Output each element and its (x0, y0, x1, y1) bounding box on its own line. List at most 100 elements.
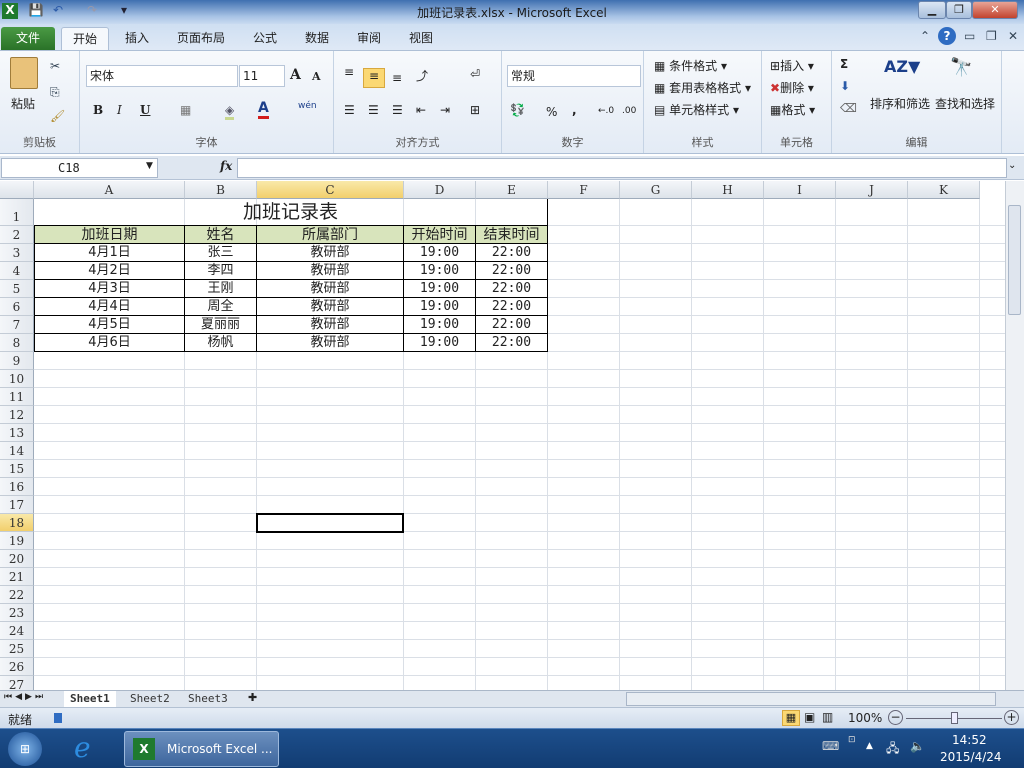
header-cell[interactable]: 姓名 (185, 225, 257, 244)
increase-decimal-button[interactable]: ←.0 (598, 106, 614, 116)
number-format-select[interactable]: 常规 (507, 65, 641, 87)
fill-icon[interactable]: ⬇ (840, 79, 850, 93)
tab-data[interactable]: 数据 (297, 27, 337, 50)
header-cell[interactable]: 结束时间 (476, 225, 548, 244)
paste-button[interactable]: 粘贴 (11, 95, 35, 112)
row-header-14[interactable]: 14 (0, 442, 34, 460)
data-cell[interactable]: 4月3日 (34, 280, 185, 298)
bold-button[interactable]: B (93, 103, 103, 117)
header-cell[interactable]: 加班日期 (34, 225, 185, 244)
tab-file[interactable]: 文件 (1, 27, 55, 50)
sort-filter-icon[interactable]: AZ▼ (884, 57, 920, 76)
data-cell[interactable]: 19:00 (404, 316, 476, 334)
shrink-font-button[interactable]: A (312, 70, 321, 83)
maximize-button[interactable]: ❐ (946, 1, 972, 19)
align-top-icon[interactable]: ≡ (344, 65, 354, 79)
row-header-23[interactable]: 23 (0, 604, 34, 622)
borders-icon[interactable]: ▦ (180, 103, 191, 117)
italic-button[interactable]: I (117, 103, 122, 117)
conditional-format-button[interactable]: ▦ 条件格式 ▾ (654, 57, 727, 74)
cell-styles-button[interactable]: ▤ 单元格样式 ▾ (654, 101, 739, 118)
sheet-nav-icon[interactable]: ⏮◀▶⏭ (4, 692, 46, 702)
data-cell[interactable]: 4月4日 (34, 298, 185, 316)
row-header-9[interactable]: 9 (0, 352, 34, 370)
tab-home[interactable]: 开始 (61, 27, 109, 50)
data-cell[interactable]: 22:00 (476, 298, 548, 316)
row-header-22[interactable]: 22 (0, 586, 34, 604)
data-cell[interactable]: 22:00 (476, 244, 548, 262)
decrease-indent-icon[interactable]: ⇤ (416, 103, 426, 117)
row-header-27[interactable]: 27 (0, 676, 34, 690)
merge-center-icon[interactable]: ⊞ (470, 103, 480, 117)
workbook-restore-icon[interactable]: ❐ (986, 29, 997, 43)
format-cells-button[interactable]: ▦格式 ▾ (770, 101, 815, 118)
insert-function-button[interactable]: fx (220, 159, 232, 173)
row-header-11[interactable]: 11 (0, 388, 34, 406)
tab-page-layout[interactable]: 页面布局 (170, 27, 232, 50)
font-name-select[interactable]: 宋体 (86, 65, 238, 87)
comma-button[interactable]: , (572, 103, 577, 117)
zoom-slider-thumb[interactable] (951, 712, 958, 724)
percent-button[interactable]: % (546, 105, 557, 119)
row-header-7[interactable]: 7 (0, 316, 34, 334)
start-button[interactable]: ⊞ (8, 732, 42, 766)
data-cell[interactable]: 教研部 (257, 334, 404, 352)
data-cell[interactable]: 19:00 (404, 244, 476, 262)
data-cell[interactable]: 19:00 (404, 262, 476, 280)
orientation-icon[interactable]: ⤴ (416, 67, 428, 84)
tab-formulas[interactable]: 公式 (245, 27, 285, 50)
sheet-tab-sheet1[interactable]: Sheet1 (64, 691, 116, 707)
column-header-I[interactable]: I (764, 181, 836, 199)
row-header-12[interactable]: 12 (0, 406, 34, 424)
row-header-10[interactable]: 10 (0, 370, 34, 388)
row-header-16[interactable]: 16 (0, 478, 34, 496)
data-cell[interactable]: 4月6日 (34, 334, 185, 352)
column-header-H[interactable]: H (692, 181, 764, 199)
insert-cells-button[interactable]: ⊞插入 ▾ (770, 57, 814, 74)
underline-button[interactable]: U (140, 103, 150, 117)
insert-sheet-icon[interactable]: ✚ (248, 691, 257, 704)
font-color-icon[interactable]: A (258, 100, 269, 119)
paste-icon[interactable] (10, 57, 38, 89)
row-header-2[interactable]: 2 (0, 226, 34, 244)
expand-formula-icon[interactable]: ⌄ (1008, 160, 1016, 171)
data-cell[interactable]: 22:00 (476, 316, 548, 334)
worksheet-grid[interactable]: A B C D E F G H I J K 1 2 3 4 5 6 7 8 9 10 11 12 13 14 15 16 17 18 19… (0, 181, 1005, 690)
sheet-tab-sheet3[interactable]: Sheet3 (182, 691, 234, 707)
page-layout-view-icon[interactable]: ▣ (804, 710, 815, 724)
internet-explorer-icon[interactable]: e (74, 731, 91, 764)
close-button[interactable]: ✕ (972, 1, 1018, 19)
align-bottom-icon[interactable]: ≡ (392, 71, 402, 85)
column-header-F[interactable]: F (548, 181, 620, 199)
decrease-decimal-button[interactable]: .00 (622, 106, 636, 116)
row-header-20[interactable]: 20 (0, 550, 34, 568)
row-header-25[interactable]: 25 (0, 640, 34, 658)
keyboard-icon[interactable]: ⌨ (822, 739, 839, 753)
taskbar-excel-button[interactable]: X Microsoft Excel ... (124, 731, 279, 767)
row-header-26[interactable]: 26 (0, 658, 34, 676)
cut-icon[interactable]: ✂ (50, 59, 60, 73)
minimize-button[interactable]: ▁ (918, 1, 946, 19)
fill-color-icon[interactable]: ◈ (225, 103, 235, 120)
tab-view[interactable]: 视图 (401, 27, 441, 50)
zoom-in-button[interactable]: + (1004, 710, 1019, 725)
column-header-C[interactable]: C (257, 181, 404, 199)
column-header-A[interactable]: A (34, 181, 185, 199)
data-cell[interactable]: 教研部 (257, 280, 404, 298)
data-cell[interactable]: 教研部 (257, 298, 404, 316)
clock-time[interactable]: 14:52 (952, 733, 987, 747)
align-center-icon[interactable]: ☰ (368, 103, 379, 117)
row-header-3[interactable]: 3 (0, 244, 34, 262)
sheet-tab-sheet2[interactable]: Sheet2 (124, 691, 176, 707)
page-break-view-icon[interactable]: ▥ (822, 710, 833, 724)
row-header-8[interactable]: 8 (0, 334, 34, 352)
name-box[interactable]: C18 (1, 158, 158, 178)
workbook-close-icon[interactable]: ✕ (1008, 29, 1018, 43)
row-header-24[interactable]: 24 (0, 622, 34, 640)
column-header-K[interactable]: K (908, 181, 980, 199)
data-cell[interactable]: 4月1日 (34, 244, 185, 262)
data-cell[interactable]: 19:00 (404, 334, 476, 352)
header-cell[interactable]: 开始时间 (404, 225, 476, 244)
active-cell-selection[interactable] (256, 513, 404, 533)
row-header-4[interactable]: 4 (0, 262, 34, 280)
